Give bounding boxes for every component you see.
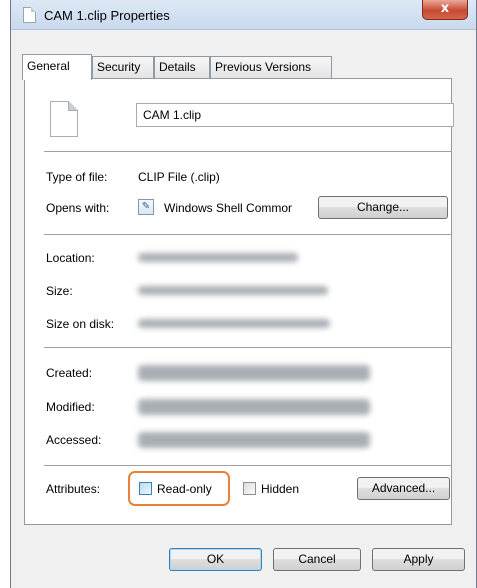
tab-security[interactable]: Security [92, 56, 154, 78]
general-panel [24, 78, 452, 525]
tab-previous-versions[interactable]: Previous Versions [210, 56, 332, 78]
size-value-redacted [138, 286, 328, 295]
readonly-label[interactable]: Read-only [157, 482, 212, 496]
ok-button[interactable]: OK [169, 548, 262, 571]
shell-app-icon: ✎ [138, 199, 154, 215]
opens-with-label: Opens with: [46, 201, 110, 215]
change-button[interactable]: Change... [318, 196, 448, 219]
file-name-input[interactable]: CAM 1.clip [136, 103, 454, 127]
attributes-label: Attributes: [46, 482, 101, 496]
title-bar: CAM 1.clip Properties x [11, 0, 476, 30]
type-value: CLIP File (.clip) [138, 170, 220, 184]
modified-value-redacted [138, 399, 370, 415]
type-label: Type of file: [46, 170, 108, 184]
accessed-label: Accessed: [46, 433, 102, 447]
accessed-value-redacted [138, 432, 370, 448]
size-label: Size: [46, 284, 73, 298]
readonly-checkbox[interactable] [139, 482, 152, 495]
divider [44, 347, 452, 348]
size-on-disk-value-redacted [138, 319, 330, 328]
opens-with-value: Windows Shell Commor [164, 201, 293, 215]
size-on-disk-label: Size on disk: [46, 317, 115, 331]
created-label: Created: [46, 366, 93, 380]
divider [44, 234, 452, 235]
apply-button[interactable]: Apply [372, 548, 465, 571]
divider [44, 151, 452, 152]
file-icon [50, 101, 78, 137]
hidden-checkbox[interactable] [243, 482, 256, 495]
hidden-label[interactable]: Hidden [261, 482, 299, 496]
advanced-button[interactable]: Advanced... [357, 477, 450, 500]
location-label: Location: [46, 251, 95, 265]
divider [44, 465, 452, 466]
document-icon [23, 7, 36, 23]
tab-general[interactable]: General [22, 54, 92, 80]
location-value-redacted [138, 253, 298, 262]
cancel-button[interactable]: Cancel [273, 548, 361, 571]
modified-label: Modified: [46, 400, 95, 414]
window-title: CAM 1.clip Properties [44, 8, 170, 23]
created-value-redacted [138, 365, 370, 381]
tab-details[interactable]: Details [154, 56, 210, 78]
close-button[interactable]: x [422, 0, 468, 20]
